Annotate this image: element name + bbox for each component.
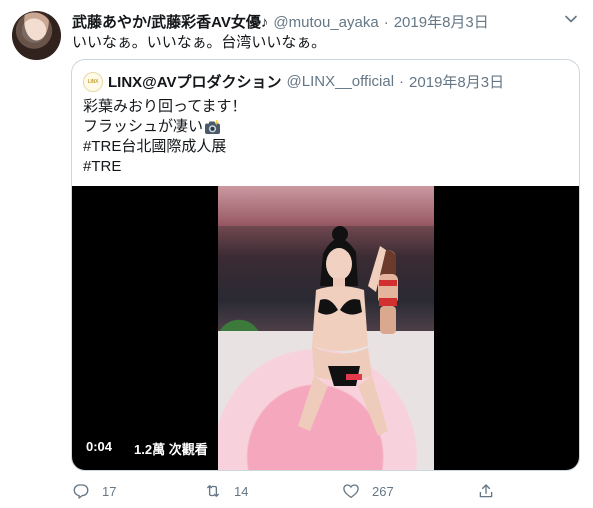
quoted-date[interactable]: 2019年8月3日 [409, 71, 504, 92]
tweet-text: いいなぁ。いいなぁ。台湾いいなぁ。 [72, 34, 327, 51]
video-duration: 0:04 [86, 439, 113, 454]
tweet-date[interactable]: 2019年8月3日 [394, 11, 489, 32]
retweet-button[interactable]: 14 [204, 482, 248, 500]
quoted-author-name[interactable]: LINX@AVプロダクション [108, 71, 282, 92]
quoted-line: #TRE [83, 157, 247, 177]
quoted-text: 彩葉みおり回ってます！ フラッシュが凄い #TRE台北國際成人展 #TRE [83, 97, 247, 177]
quoted-line-text: 彩葉みおり回ってます！ [83, 98, 247, 115]
quoted-avatar[interactable]: LINX [83, 71, 103, 92]
video-views: 1.2萬 次觀看 [134, 442, 208, 457]
share-button[interactable] [477, 482, 507, 500]
avatar-image [12, 11, 61, 60]
quoted-line: #TRE台北國際成人展 [83, 137, 247, 157]
camera-flash-icon [205, 119, 221, 134]
separator-dot: · [383, 14, 389, 31]
quoted-line-text: フラッシュが凄い [83, 118, 204, 135]
video-meta: 0:04 1.2萬 次觀看 [86, 439, 208, 458]
like-button[interactable]: 267 [342, 482, 394, 500]
separator-dot: · [399, 73, 405, 90]
video-thumbnail [218, 186, 434, 470]
quoted-line: 彩葉みおり回ってます！ [83, 97, 247, 117]
retweet-count: 14 [234, 483, 249, 499]
heart-icon [343, 484, 359, 499]
tweet-actions: 17 14 267 [72, 481, 502, 501]
author-avatar[interactable] [12, 11, 61, 60]
hashtag-link[interactable]: #TRE [83, 157, 121, 177]
quoted-tweet[interactable]: LINX LINX@AVプロダクション @LINX__official · 20… [71, 59, 580, 471]
reply-count: 17 [102, 483, 117, 499]
retweet-icon [207, 485, 219, 497]
reply-icon [73, 484, 89, 499]
author-name[interactable]: 武藤あやか/武藤彩香AV女優♪ [72, 11, 268, 32]
quoted-avatar-logo: LINX [87, 78, 99, 85]
quoted-line: フラッシュが凄い [83, 117, 247, 137]
like-count: 267 [372, 483, 394, 499]
chevron-down-icon[interactable] [564, 12, 578, 26]
video-player[interactable]: 0:04 1.2萬 次觀看 [72, 186, 579, 470]
quoted-author-handle[interactable]: @LINX__official [287, 73, 395, 90]
tweet-header: 武藤あやか/武藤彩香AV女優♪ @mutou_ayaka · 2019年8月3日 [72, 11, 489, 31]
quoted-header: LINX LINX@AVプロダクション @LINX__official · 20… [83, 71, 504, 92]
reply-button[interactable]: 17 [72, 482, 116, 500]
author-handle[interactable]: @mutou_ayaka [273, 14, 378, 31]
share-icon [479, 484, 493, 498]
hashtag-link[interactable]: #TRE台北國際成人展 [83, 137, 226, 157]
